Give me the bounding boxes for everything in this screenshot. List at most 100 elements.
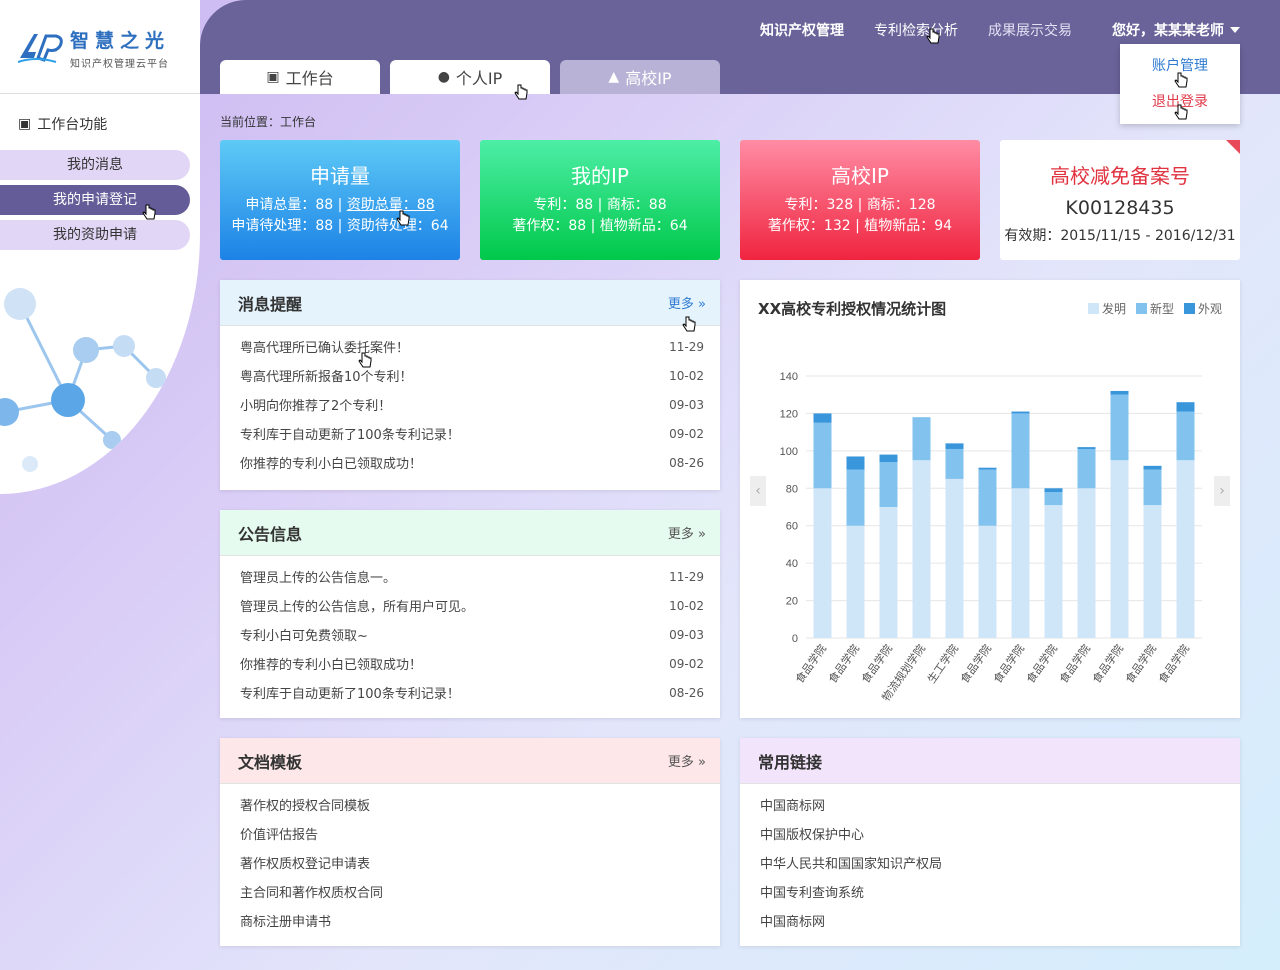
nav-achievement-trade[interactable]: 成果展示交易 — [988, 20, 1072, 40]
docs-panel: 文档模板 更多 » 著作权的授权合同模板 价值评估报告 著作权质权登记申请表 主合同和… — [220, 738, 720, 946]
list-item[interactable]: 专利库于自动更新了100条专利记录！ 08-26 — [220, 678, 720, 707]
sidebar-title: ▣ 工作台功能 — [18, 114, 107, 134]
list-item-date: 08-26 — [669, 685, 704, 700]
more-label: 更多 — [667, 297, 694, 312]
y-tick-label: 40 — [786, 558, 798, 570]
list-item[interactable]: 著作权的授权合同模板 — [220, 790, 720, 819]
x-tick-label: 食品学院 — [957, 642, 994, 686]
logo[interactable]: 智慧之光 知识产权管理云平台 — [16, 26, 170, 70]
list-item[interactable]: 中国商标网 — [740, 906, 1240, 935]
breadcrumb: 当前位置：工作台 — [220, 115, 317, 129]
bar-segment — [1011, 488, 1030, 638]
more-link[interactable]: 更多 » — [668, 751, 706, 770]
bar-segment — [1176, 460, 1195, 638]
legend-label: 新型 — [1149, 302, 1174, 316]
y-tick-label: 60 — [786, 521, 798, 533]
legend-item[interactable]: 发明 — [1087, 300, 1126, 317]
x-tick-label: 食品学院 — [1056, 642, 1093, 686]
stat-link[interactable]: 资助总量：88 — [347, 197, 435, 213]
stat-card-apply[interactable]: 申请量 申请总量：88 | 资助总量：88 申请待处理：88 | 资助待处理：6… — [220, 140, 460, 260]
more-link[interactable]: 更多 » — [668, 293, 706, 312]
list-item[interactable]: 专利小白可免费领取~ 09-03 — [220, 620, 720, 649]
list-item[interactable]: 管理员上传的公告信息，所有用户可见。 10-02 — [220, 591, 720, 620]
list-item-text: 中国版权保护中心 — [760, 828, 865, 843]
list-item-date: 08-26 — [669, 455, 704, 470]
more-link[interactable]: 更多 » — [668, 523, 706, 542]
list-item[interactable]: 你推荐的专利小白已领取成功！ 08-26 — [220, 448, 720, 477]
legend-swatch — [1135, 303, 1147, 314]
chevron-right-icon[interactable]: › — [1214, 476, 1230, 506]
list-item[interactable]: 商标注册申请书 — [220, 906, 720, 935]
sidebar-item-applications[interactable]: 我的申请登记 — [0, 185, 190, 215]
bar-segment — [813, 413, 832, 423]
tab-school-ip[interactable]: ▲ 高校IP — [560, 60, 720, 94]
stat-card-my-ip[interactable]: 我的IP 专利：88 | 商标：88 著作权：88 | 植物新品：64 — [480, 140, 720, 260]
links-panel: 常用链接 中国商标网 中国版权保护中心 中华人民共和国国家知识产权局 中国专利查询系统… — [740, 738, 1240, 946]
x-tick-label: 食品学院 — [792, 642, 829, 686]
hand-cursor-icon — [514, 84, 528, 100]
tab-label: 高校IP — [625, 69, 672, 88]
list-item[interactable]: 管理员上传的公告信息一。 11-29 — [220, 562, 720, 591]
legend-item[interactable]: 新型 — [1135, 300, 1174, 317]
briefcase-icon: ▣ — [18, 116, 32, 132]
nav-ip-management[interactable]: 知识产权管理 — [760, 20, 844, 40]
list-item[interactable]: 专利库于自动更新了100条专利记录！ 09-02 — [220, 419, 720, 448]
chevron-left-icon[interactable]: ‹ — [750, 476, 766, 506]
nav-patent-search[interactable]: 专利检索分析 — [874, 20, 958, 40]
legend-item[interactable]: 外观 — [1183, 300, 1222, 317]
bar-segment — [1044, 488, 1063, 493]
briefcase-icon: ▣ — [266, 69, 280, 85]
panel-title: 消息提醒 — [238, 294, 303, 314]
list-item[interactable]: 中国版权保护中心 — [740, 819, 1240, 848]
sidebar-item-messages[interactable]: 我的消息 — [0, 150, 190, 180]
user-menu[interactable]: 您好，某某某老师 — [1112, 20, 1240, 40]
panel-header: 消息提醒 更多 » — [220, 280, 720, 326]
list-item[interactable]: 小明向你推荐了2个专利！ 09-03 — [220, 390, 720, 419]
list-item[interactable]: 粤高代理所已确认委托案件！ 11-29 — [220, 332, 720, 361]
header-left: 智慧之光 知识产权管理云平台 — [0, 0, 200, 94]
hand-cursor-icon — [1174, 72, 1188, 88]
list-item[interactable]: 著作权质权登记申请表 — [220, 848, 720, 877]
list-item[interactable]: 中国专利查询系统 — [740, 877, 1240, 906]
stat-value: 著作权：88 — [512, 218, 587, 234]
list-item-date: 10-02 — [669, 368, 704, 383]
list-item[interactable]: 主合同和著作权质权合同 — [220, 877, 720, 906]
stat-value: 商标：88 — [606, 197, 667, 213]
list-item-date: 09-02 — [669, 656, 704, 671]
list-item-text: 专利库于自动更新了100条专利记录！ — [240, 687, 460, 702]
y-tick-label: 80 — [786, 483, 798, 495]
bar-segment — [1143, 469, 1162, 506]
panel-header: 常用链接 — [740, 738, 1240, 784]
list-item-text: 你推荐的专利小白已领取成功！ — [240, 658, 423, 673]
message-list: 粤高代理所已确认委托案件！ 11-29 粤高代理所新报备10个专利！ 10-02 小明向… — [220, 326, 720, 477]
user-icon: ● — [437, 69, 450, 85]
bar-segment — [945, 478, 964, 638]
list-item[interactable]: 你推荐的专利小白已领取成功！ 09-02 — [220, 649, 720, 678]
doc-list: 著作权的授权合同模板价值评估报告 著作权质权登记申请表主合同和著作权质权合同商标注… — [220, 784, 720, 935]
corner-badge — [1226, 140, 1240, 154]
bar-segment — [879, 462, 898, 507]
list-item[interactable]: 中国商标网 — [740, 790, 1240, 819]
list-item-text: 著作权的授权合同模板 — [240, 799, 371, 814]
hand-cursor-icon — [682, 316, 696, 332]
x-tick-label: 生工学院 — [924, 642, 961, 686]
x-tick-label: 食品学院 — [1155, 642, 1192, 686]
legend-swatch — [1183, 303, 1195, 314]
stat-card-school-ip[interactable]: 高校IP 专利：328 | 商标：128 著作权：132 | 植物新品：94 — [740, 140, 980, 260]
record-code: K00128435 — [1065, 197, 1175, 219]
list-item-text: 粤高代理所已确认委托案件！ — [240, 341, 410, 356]
list-item[interactable]: 价值评估报告 — [220, 819, 720, 848]
stat-value: 植物新品：94 — [864, 218, 953, 234]
tab-workbench[interactable]: ▣ 工作台 — [220, 60, 380, 94]
hand-cursor-icon — [358, 352, 372, 368]
list-item-text: 专利小白可免费领取~ — [240, 629, 368, 644]
list-item-text: 主合同和著作权质权合同 — [240, 886, 384, 901]
legend-swatch — [1087, 303, 1099, 314]
bar-segment — [813, 422, 832, 489]
list-item[interactable]: 粤高代理所新报备10个专利！ 10-02 — [220, 361, 720, 390]
hand-cursor-icon — [926, 28, 940, 44]
x-tick-label: 食品学院 — [858, 642, 895, 686]
x-tick-label: 食品学院 — [1089, 642, 1126, 686]
stat-value: 商标：128 — [866, 197, 936, 213]
list-item[interactable]: 中华人民共和国国家知识产权局 — [740, 848, 1240, 877]
